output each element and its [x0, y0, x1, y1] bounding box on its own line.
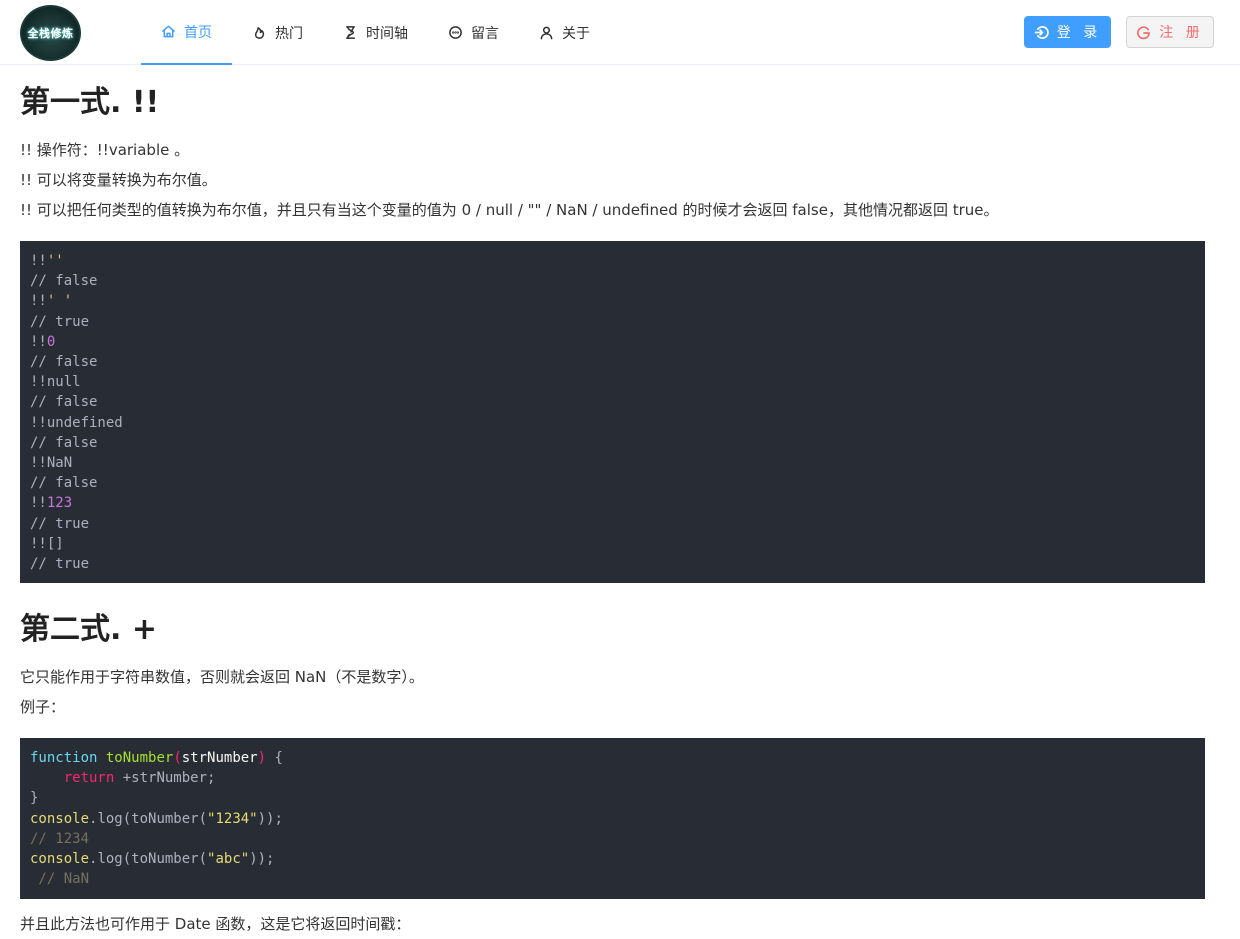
code-token: ' ' — [46, 293, 73, 310]
code-token: "abc" — [207, 851, 250, 868]
section1-paragraph: !! 操作符：!!variable 。 — [20, 141, 190, 159]
nav-item-timeline[interactable]: 时间轴 — [323, 0, 428, 65]
code-token: strNumber — [181, 750, 258, 766]
code-token: +strNumber; — [114, 770, 216, 787]
code-line: // false — [30, 352, 1195, 372]
code-token: // false — [30, 354, 98, 371]
article-content: 第一式. !! !! 操作符：!!variable 。 !! 可以将变量转换为布… — [20, 65, 1205, 939]
register-button[interactable]: 注 册 — [1126, 16, 1214, 48]
code-token: // true — [30, 313, 90, 330]
code-token: )); — [249, 851, 275, 868]
code-token: // true — [30, 515, 90, 532]
register-label: 注 册 — [1159, 25, 1204, 41]
code-token: .log(toNumber( — [89, 851, 208, 868]
code-token: !!NaN — [30, 455, 73, 472]
code-line: !!NaN — [30, 453, 1195, 473]
code-token: ) — [257, 750, 267, 766]
code-line: // NaN — [30, 871, 90, 888]
nav-label-home: 首页 — [184, 24, 212, 41]
section2-after-paragraph: 并且此方法也可作用于 Date 函数，这是它将返回时间戳： — [20, 915, 411, 933]
nav-label-about: 关于 — [562, 25, 590, 42]
home-icon — [162, 25, 175, 38]
code-token: { — [266, 750, 283, 766]
nav-label-message: 留言 — [471, 25, 499, 42]
code-token: !! — [30, 253, 47, 269]
logo-text: 全栈修炼 — [27, 27, 74, 40]
code-line: function toNumber(strNumber) { — [30, 748, 1195, 768]
code-line: !!'' — [30, 251, 1195, 271]
code-token: '' — [46, 253, 64, 269]
code-token: // false — [30, 475, 98, 492]
code-token: !!null — [30, 374, 81, 391]
nav-item-home[interactable]: 首页 — [141, 0, 232, 65]
code-line: // false — [30, 473, 1195, 493]
hourglass-icon — [346, 26, 355, 39]
code-token: toNumber — [105, 750, 174, 766]
login-icon — [1034, 25, 1049, 39]
code-token: !!undefined — [30, 414, 123, 431]
code-token: "1234" — [207, 810, 258, 827]
code-line: !!0 — [30, 332, 1195, 352]
code-token: )); — [257, 810, 283, 827]
code-line: // 1234 — [30, 830, 90, 847]
code-line: return +strNumber; — [30, 768, 1195, 788]
code-line: // false — [30, 392, 1195, 412]
code-token: function — [30, 750, 98, 766]
code-token: // true — [30, 556, 90, 573]
code-token: !! — [30, 495, 47, 512]
nav-label-hot: 热门 — [275, 25, 303, 42]
section2-paragraph: 例子： — [20, 698, 66, 716]
section1-paragraph: !! 可以把任何类型的值转换为布尔值，并且只有当这个变量的值为 0 / null… — [20, 201, 999, 219]
nav-item-about[interactable]: 关于 — [519, 0, 610, 65]
code-line: } — [30, 790, 39, 807]
code-block-boolean: !!''// false !!' '// true !!0// false !!nul… — [20, 241, 1205, 583]
site-logo[interactable]: 全栈修炼 — [20, 5, 81, 61]
section2-paragraph: 它只能作用于字符串数值，否则就会返回 NaN（不是数字）。 — [20, 668, 424, 686]
main-nav: 首页 热门 时间轴 留言 关于 — [141, 0, 610, 65]
code-token: ( — [173, 750, 182, 766]
code-line: // false — [30, 433, 1195, 453]
flame-icon — [254, 27, 265, 39]
top-navbar: 全栈修炼 首页 热门 时间轴 留言 关于 登 录 注 册 — [0, 0, 1240, 65]
code-line: // true — [30, 312, 1195, 332]
code-token: console — [30, 851, 90, 868]
login-button[interactable]: 登 录 — [1024, 16, 1111, 48]
code-line: !!undefined — [30, 413, 1195, 433]
code-line: // true — [30, 554, 1195, 574]
code-line: console.log(toNumber("1234")); — [30, 809, 1195, 829]
code-token: return — [63, 770, 115, 787]
user-icon — [540, 26, 553, 40]
chat-icon — [449, 26, 462, 39]
code-block-tonumber: function toNumber(strNumber) { return +s… — [20, 738, 1205, 899]
login-label: 登 录 — [1056, 25, 1102, 41]
code-token: 123 — [46, 495, 73, 512]
code-token: // false — [30, 273, 98, 290]
code-line: // true — [30, 514, 1195, 534]
code-token: .log(toNumber( — [89, 810, 208, 827]
code-token: 0 — [46, 333, 56, 350]
code-token: !! — [30, 293, 47, 310]
google-icon — [1137, 25, 1151, 39]
code-token: console — [30, 810, 90, 827]
nav-label-timeline: 时间轴 — [366, 25, 408, 42]
section1-paragraph: !! 可以将变量转换为布尔值。 — [20, 171, 217, 189]
code-line: !!' ' — [30, 291, 1195, 311]
code-line: !!123 — [30, 493, 1195, 513]
code-token: // false — [30, 434, 98, 451]
section2-title: 第二式. + — [20, 612, 157, 647]
code-token: // false — [30, 394, 98, 411]
code-line: !![] — [30, 534, 1195, 554]
code-line: // false — [30, 271, 1195, 291]
nav-item-hot[interactable]: 热门 — [232, 0, 323, 65]
code-line: !!null — [30, 372, 1195, 392]
section1-title: 第一式. !! — [20, 85, 160, 120]
code-token: !! — [30, 333, 47, 350]
code-token: !![] — [30, 535, 64, 552]
code-line: console.log(toNumber("abc")); — [30, 849, 1195, 869]
nav-item-message[interactable]: 留言 — [428, 0, 519, 65]
